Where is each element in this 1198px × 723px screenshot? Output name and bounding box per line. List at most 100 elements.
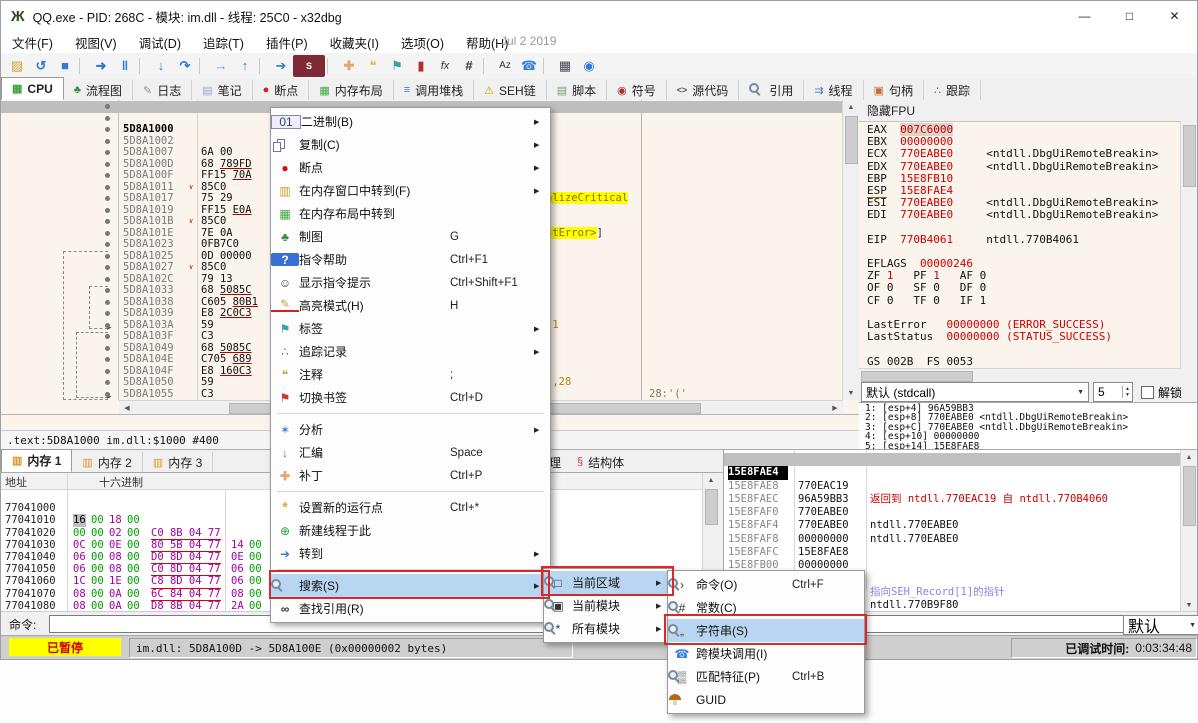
menu-plugins[interactable]: 插件(P): [255, 31, 319, 53]
register-line[interactable]: GS 002B FS 0053: [859, 356, 1181, 368]
breakpoint-dot[interactable]: [105, 346, 110, 351]
tab-handles[interactable]: ▣ 句柄: [864, 80, 924, 100]
tab-breakpoints[interactable]: ● 断点: [253, 80, 310, 100]
menu-copy[interactable]: 复制(C): [271, 133, 550, 156]
menu-current-module[interactable]: ▣ 当前模块: [544, 594, 672, 617]
registers-vertical-scrollbar[interactable]: [1180, 121, 1197, 382]
breakpoint-dot[interactable]: [105, 104, 110, 109]
breakpoint-dot[interactable]: [105, 392, 110, 397]
tab-memory-map[interactable]: ▦ 内存布局: [309, 80, 393, 100]
tab-symbols[interactable]: ◉ 符号: [607, 80, 667, 100]
tab-memory-2[interactable]: ▥ 内存 2: [72, 452, 142, 472]
scroll-up-icon[interactable]: ▲: [843, 100, 859, 114]
menu-goto-memory-map[interactable]: ▦ 在内存布局中转到: [271, 202, 550, 225]
menu-set-new-origin[interactable]: * 设置新的运行点 Ctrl+*: [271, 496, 550, 519]
stack-row[interactable]: 15E8FAF4 00000000: [724, 506, 1181, 519]
minimize-button[interactable]: —: [1062, 2, 1107, 31]
run-to-user-code-icon[interactable]: ➔: [269, 56, 293, 76]
open-file-icon[interactable]: ▨: [5, 56, 29, 76]
breakpoint-dot[interactable]: [105, 162, 110, 167]
menu-all-modules[interactable]: * 所有模块: [544, 617, 672, 640]
bookmark-icon[interactable]: ▮: [409, 56, 433, 76]
scroll-thumb[interactable]: [861, 371, 973, 382]
scroll-up-icon[interactable]: ▲: [703, 473, 719, 487]
breakpoint-dot[interactable]: [105, 380, 110, 385]
scroll-thumb[interactable]: [1183, 466, 1196, 526]
menu-show-hints[interactable]: ☺ 显示指令提示 Ctrl+Shift+F1: [271, 271, 550, 294]
menu-patch[interactable]: ✚ 补丁 Ctrl+P: [271, 464, 550, 487]
menu-label[interactable]: ⚑ 标签: [271, 317, 550, 340]
separator[interactable]: [327, 58, 335, 74]
tab-log[interactable]: ✎ 日志: [133, 80, 192, 100]
calling-convention-select[interactable]: 默认 (stdcall)▼: [861, 382, 1089, 402]
menu-search-intermodular-calls[interactable]: ☎ 跨模块调用(I): [668, 642, 864, 665]
scroll-up-icon[interactable]: ▲: [1181, 450, 1197, 464]
stack-row[interactable]: 15E8FAF0 770EABE0 ntdll.770EABE0: [724, 493, 1181, 506]
favourites-globe-icon[interactable]: ◉: [577, 56, 601, 76]
menu-file[interactable]: 文件(F): [1, 31, 64, 53]
breakpoint-dot[interactable]: [105, 219, 110, 224]
disasm-vertical-scrollbar[interactable]: ▲ ▼: [842, 100, 859, 400]
run-icon[interactable]: ➜: [89, 56, 113, 76]
separator[interactable]: [483, 58, 491, 74]
command-profile-select[interactable]: 默认▼: [1123, 615, 1198, 635]
tab-seh-chain[interactable]: ⚠ SEH链: [474, 80, 547, 100]
pause-icon[interactable]: ‖: [113, 56, 137, 76]
menu-search-strings[interactable]: „ 字符串(S): [668, 619, 864, 642]
menu-search-guid[interactable]: GUID: [668, 688, 864, 711]
execute-till-return-icon[interactable]: ↑: [233, 56, 257, 76]
close-debuggee-icon[interactable]: ■: [53, 56, 77, 76]
s-badge-icon[interactable]: S: [293, 55, 325, 77]
intermodular-calls-icon[interactable]: ☎: [517, 56, 541, 76]
separator[interactable]: [277, 491, 544, 492]
breakpoint-dot[interactable]: [105, 139, 110, 144]
stack-vertical-scrollbar[interactable]: ▲ ▼: [1180, 450, 1197, 612]
menu-breakpoint[interactable]: ● 断点: [271, 156, 550, 179]
menu-debug[interactable]: 调试(D): [128, 31, 192, 53]
menu-goto-memory-window[interactable]: ▥ 在内存窗口中转到(F): [271, 179, 550, 202]
breakpoint-dot[interactable]: [105, 265, 110, 270]
menu-highlight-mode[interactable]: ✎ 高亮模式(H) H: [271, 294, 550, 317]
breakpoint-dot[interactable]: [105, 173, 110, 178]
stack-row[interactable]: 15E8FB00 15E8FB6C 指向SEH_Record[1]的指针: [724, 546, 1181, 559]
tab-references[interactable]: 引用: [739, 80, 804, 100]
trace-into-icon[interactable]: →: [209, 56, 233, 76]
breakpoint-dot[interactable]: [105, 357, 110, 362]
title-bar[interactable]: Ж QQ.exe - PID: 268C - 模块: im.dll - 线程: …: [1, 1, 1197, 32]
register-line[interactable]: EDI 770EABE0 <ntdll.DbgUiRemoteBreakin>: [859, 209, 1181, 221]
tab-cpu[interactable]: ▦ CPU: [1, 77, 64, 100]
scroll-down-icon[interactable]: ▼: [1181, 598, 1197, 612]
step-into-icon[interactable]: ↓: [149, 56, 173, 76]
fx-icon[interactable]: fx: [433, 56, 457, 76]
comment-icon[interactable]: ❝: [361, 56, 385, 76]
menu-trace[interactable]: 追踪(T): [192, 31, 255, 53]
tab-trace[interactable]: ∴ 跟踪: [924, 80, 981, 100]
breakpoint-dot[interactable]: [105, 150, 110, 155]
scroll-thumb[interactable]: [1183, 125, 1196, 187]
menu-favourites[interactable]: 收藏夹(I): [319, 31, 390, 53]
menu-search[interactable]: 搜索(S): [271, 574, 550, 597]
breakpoint-dot[interactable]: [105, 196, 110, 201]
label-icon[interactable]: ⚑: [385, 56, 409, 76]
unlock-checkbox[interactable]: [1141, 386, 1154, 399]
hide-fpu-button[interactable]: 隐藏FPU: [859, 100, 1197, 122]
scroll-thumb[interactable]: [705, 489, 718, 525]
argument-count-stepper[interactable]: 5 ▲▼: [1093, 382, 1133, 402]
tab-notes[interactable]: ▤ 笔记: [192, 80, 252, 100]
scroll-down-icon[interactable]: ▼: [843, 386, 859, 400]
breakpoint-dot[interactable]: [105, 127, 110, 132]
menu-search-constant[interactable]: # 常数(C): [668, 596, 864, 619]
scroll-thumb[interactable]: [845, 116, 858, 164]
breakpoint-dot[interactable]: [105, 369, 110, 374]
stack-row[interactable]: 15E8FAFC 00000000: [724, 533, 1181, 546]
tab-graph[interactable]: ♣ 流程图: [64, 80, 133, 100]
registers-horizontal-scrollbar[interactable]: [859, 368, 1181, 383]
register-line[interactable]: LastStatus 00000000 (STATUS_SUCCESS): [859, 331, 1181, 343]
menu-trace-record[interactable]: ∴ 追踪记录: [271, 340, 550, 363]
maximize-button[interactable]: □: [1107, 2, 1152, 31]
menu-search-pattern[interactable]: ▒ 匹配特征(P) Ctrl+B: [668, 665, 864, 688]
separator[interactable]: [79, 58, 87, 74]
tab-threads[interactable]: ⇉ 线程: [804, 80, 863, 100]
breakpoint-dot[interactable]: [105, 116, 110, 121]
menu-toggle-bookmark[interactable]: ⚑ 切换书签 Ctrl+D: [271, 386, 550, 409]
